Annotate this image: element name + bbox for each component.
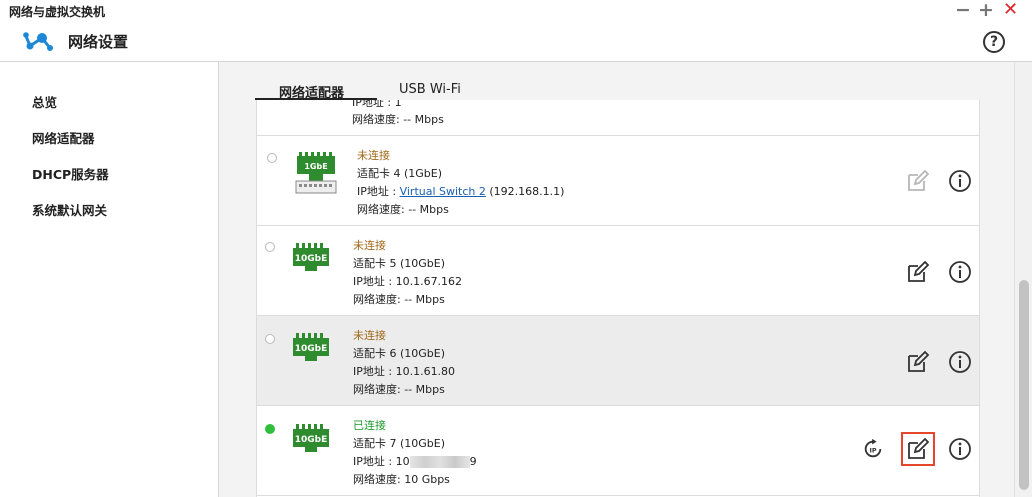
- edit-icon[interactable]: [906, 437, 930, 461]
- main-panel: 网络适配器 USB Wi-Fi IP地址 : 1 网络速度: -- Mbps 1…: [219, 62, 1032, 497]
- edit-icon-disabled: [908, 169, 930, 191]
- ip-suffix: (192.168.1.1): [485, 185, 565, 198]
- adapter-card-4[interactable]: 1GbE 未连接 适配卡 4 (1GbE) IP地址 : Virtual Swi…: [257, 136, 979, 226]
- svg-text:1GbE: 1GbE: [304, 162, 327, 171]
- adapter-select-radio[interactable]: [265, 424, 275, 434]
- info-icon[interactable]: [948, 260, 972, 284]
- window-title: 网络与虚拟交换机: [9, 5, 106, 19]
- edit-button-highlighted[interactable]: [901, 432, 935, 466]
- svg-text:IP: IP: [869, 447, 876, 455]
- adapter-ip: IP地址 : 10.1.61.80: [353, 365, 456, 378]
- adapter-status: 未连接: [353, 239, 386, 252]
- adapter-ip: IP地址 : 10 9: [353, 453, 477, 469]
- adapter-name: 适配卡 6 (10GbE): [353, 347, 446, 360]
- info-icon[interactable]: [948, 350, 972, 374]
- adapter-name: 适配卡 4 (1GbE): [357, 167, 443, 180]
- maximize-button[interactable]: +: [978, 0, 994, 20]
- adapter-card-partial[interactable]: IP地址 : 1 网络速度: -- Mbps: [257, 100, 979, 136]
- sidebar: 总览 网络适配器 DHCP服务器 系统默认网关: [0, 62, 219, 497]
- network-topology-icon: [23, 32, 53, 51]
- redacted-ip-blur: [409, 456, 470, 468]
- adapter-speed: 网络速度: -- Mbps: [357, 203, 449, 216]
- adapter-status: 未连接: [357, 149, 390, 162]
- nic-10gbe-icon: 10GbE: [293, 424, 329, 452]
- help-icon[interactable]: ?: [983, 31, 1005, 53]
- ip-suffix: 9: [469, 455, 477, 468]
- nic-1gbe-icon: 1GbE: [295, 152, 337, 194]
- edit-icon[interactable]: [906, 350, 930, 374]
- svg-text:10GbE: 10GbE: [295, 254, 328, 264]
- nic-10gbe-icon: 10GbE: [293, 243, 329, 271]
- tab-bar: 网络适配器 USB Wi-Fi: [219, 62, 1014, 101]
- adapter-speed: 网络速度: 10 Gbps: [353, 473, 450, 486]
- svg-text:10GbE: 10GbE: [295, 344, 328, 354]
- adapter-ip: IP地址 : Virtual Switch 2 (192.168.1.1): [357, 183, 564, 199]
- sidebar-item-overview[interactable]: 总览: [32, 92, 57, 111]
- info-icon[interactable]: [948, 169, 972, 193]
- ip-refresh-icon[interactable]: IP: [862, 438, 884, 460]
- adapter-speed: 网络速度: -- Mbps: [353, 293, 445, 306]
- adapter-select-radio[interactable]: [265, 242, 275, 252]
- adapter-speed: 网络速度: -- Mbps: [352, 113, 444, 126]
- sidebar-item-dhcp-server[interactable]: DHCP服务器: [32, 164, 109, 183]
- scrollbar-thumb[interactable]: [1019, 280, 1029, 490]
- adapter-name: 适配卡 7 (10GbE): [353, 437, 446, 450]
- close-button[interactable]: ✕: [1003, 0, 1018, 20]
- tab-usb-wifi[interactable]: USB Wi-Fi: [399, 82, 461, 97]
- adapter-status: 未连接: [353, 329, 386, 342]
- adapter-select-radio[interactable]: [267, 153, 277, 163]
- info-icon[interactable]: [948, 437, 972, 461]
- sidebar-item-default-gateway[interactable]: 系统默认网关: [32, 200, 107, 219]
- adapter-status: 已连接: [353, 419, 386, 432]
- adapter-select-radio[interactable]: [265, 334, 275, 344]
- adapter-name: 适配卡 5 (10GbE): [353, 257, 446, 270]
- edit-icon[interactable]: [906, 260, 930, 284]
- app-header: 网络设置 ?: [0, 22, 1032, 62]
- sidebar-item-network-adapters[interactable]: 网络适配器: [32, 128, 95, 147]
- virtual-switch-link[interactable]: Virtual Switch 2: [400, 185, 486, 198]
- adapter-ip: IP地址 : 1: [352, 100, 402, 109]
- minimize-button[interactable]: −: [955, 0, 971, 20]
- ip-prefix: IP地址 : 10: [353, 455, 410, 468]
- adapter-card-7[interactable]: 10GbE 已连接 适配卡 7 (10GbE) IP地址 : 10 9 网络速度:…: [257, 406, 979, 496]
- ip-label: IP地址 :: [357, 185, 400, 198]
- adapter-card-5[interactable]: 10GbE 未连接 适配卡 5 (10GbE) IP地址 : 10.1.67.1…: [257, 226, 979, 316]
- svg-text:10GbE: 10GbE: [295, 435, 328, 445]
- adapter-speed: 网络速度: -- Mbps: [353, 383, 445, 396]
- adapter-card-6[interactable]: 10GbE 未连接 适配卡 6 (10GbE) IP地址 : 10.1.61.8…: [257, 316, 979, 406]
- page-title: 网络设置: [68, 33, 129, 51]
- adapter-list: IP地址 : 1 网络速度: -- Mbps 1GbE 未连接 适配卡 4 (1…: [256, 100, 980, 497]
- window-titlebar: 网络与虚拟交换机 − + ✕: [0, 0, 1032, 22]
- adapter-ip: IP地址 : 10.1.67.162: [353, 275, 463, 288]
- vertical-scrollbar[interactable]: [1014, 62, 1032, 497]
- nic-10gbe-icon: 10GbE: [293, 333, 329, 361]
